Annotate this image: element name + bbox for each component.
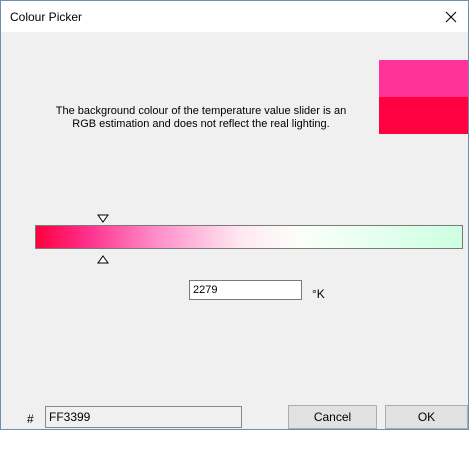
hex-prefix-label: #	[27, 412, 34, 426]
triangle-down-icon	[97, 214, 110, 223]
ok-button[interactable]: OK	[385, 405, 468, 429]
slider-thumb-bottom[interactable]	[97, 251, 110, 264]
slider-thumb-top[interactable]	[97, 211, 110, 223]
current-color-swatch	[379, 60, 468, 97]
colour-picker-dialog: Colour Picker The background colour of t…	[0, 0, 469, 430]
temperature-input[interactable]	[189, 280, 302, 300]
close-button[interactable]	[434, 1, 468, 32]
temperature-unit-label: °K	[312, 287, 325, 301]
temperature-slider[interactable]	[35, 225, 463, 249]
info-text: The background colour of the temperature…	[55, 105, 347, 130]
close-icon	[445, 11, 457, 22]
hex-color-input[interactable]	[45, 406, 242, 428]
new-color-swatch	[379, 97, 468, 134]
window-title: Colour Picker	[10, 10, 83, 24]
title-bar: Colour Picker	[1, 1, 468, 32]
triangle-up-icon	[97, 255, 110, 264]
cancel-button[interactable]: Cancel	[288, 405, 377, 429]
